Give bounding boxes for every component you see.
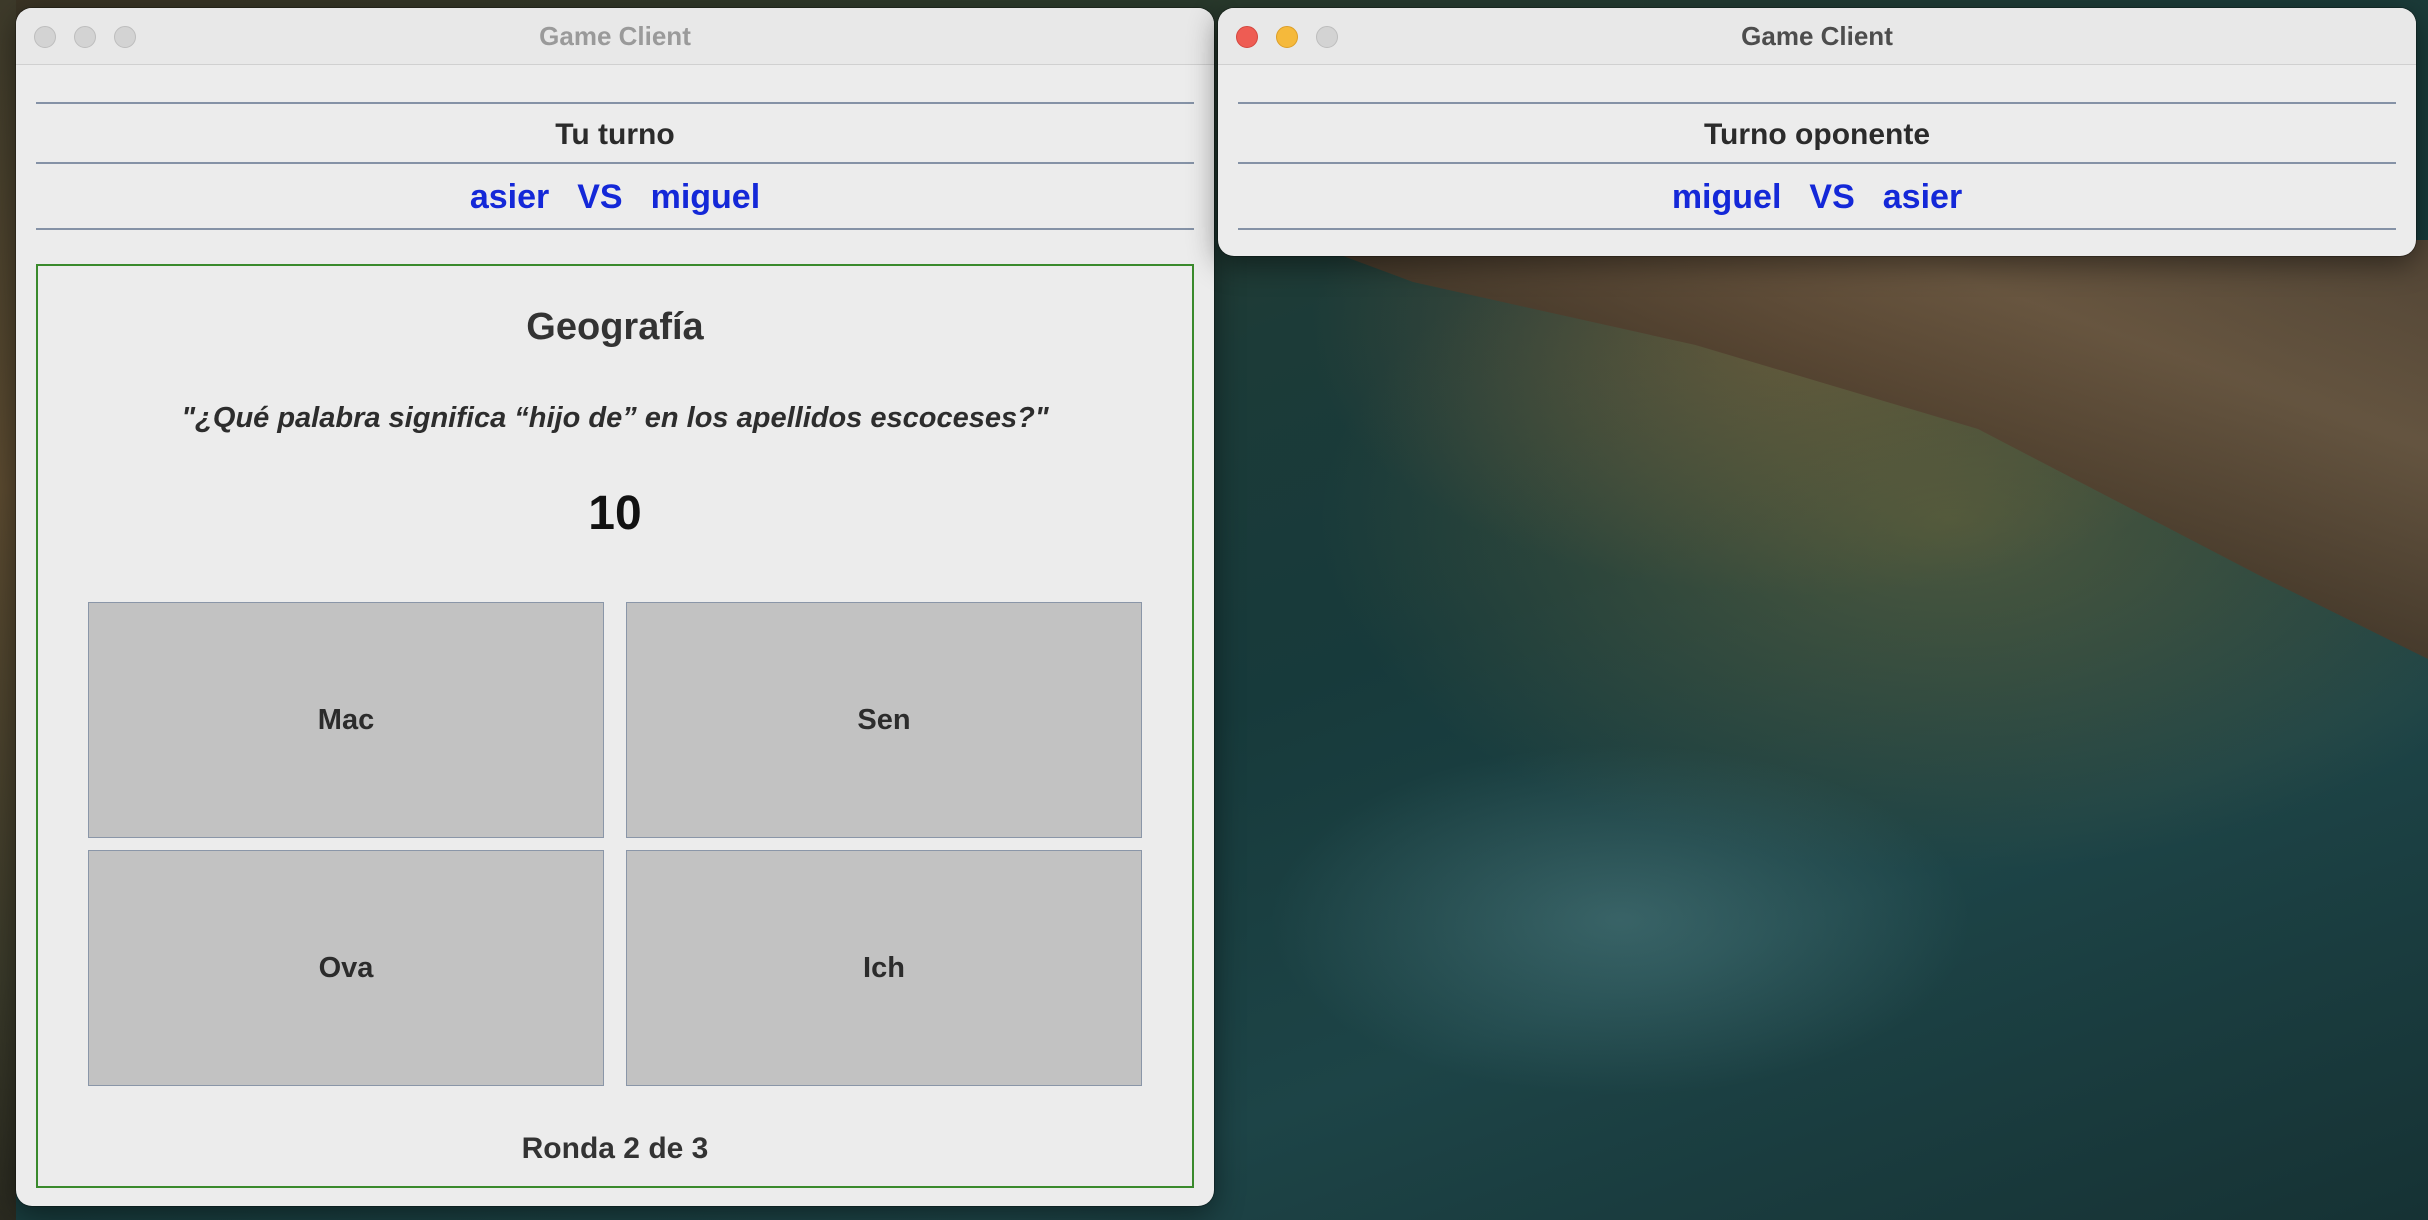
game-client-window-player: Game Client Tu turno asier VS miguel Geogr… — [16, 8, 1214, 1206]
separator-bottom — [36, 228, 1194, 230]
vs-label: VS — [1809, 178, 1855, 216]
desktop: Game Client Tu turno asier VS miguel Geogr… — [0, 0, 2428, 1220]
answer-button-2[interactable]: Sen — [626, 602, 1142, 838]
question-panel: Geografía "¿Qué palabra significa “hijo … — [36, 264, 1194, 1188]
wallpaper-cliff — [1300, 240, 2428, 660]
window-title: Game Client — [539, 21, 691, 51]
player-one-name: miguel — [1671, 178, 1782, 216]
question-category: Geografía — [526, 306, 704, 348]
question-text: "¿Qué palabra significa “hijo de” en los… — [181, 402, 1049, 434]
desktop-wallpaper-edge — [0, 0, 16, 1220]
player-two-name: miguel — [650, 178, 761, 216]
title-bar[interactable]: Game Client — [1218, 8, 2416, 65]
window-title: Game Client — [1741, 21, 1893, 51]
game-client-window-opponent: Game Client Turno oponente miguel VS asier — [1218, 8, 2416, 256]
title-bar[interactable]: Game Client — [16, 8, 1214, 65]
countdown-timer: 10 — [588, 487, 642, 540]
separator-middle — [36, 162, 1194, 164]
player-two-name: asier — [1882, 178, 1963, 216]
separator-middle — [1238, 162, 2396, 164]
turn-status: Tu turno — [555, 118, 675, 151]
answer-button-4[interactable]: Ich — [626, 850, 1142, 1086]
round-indicator: Ronda 2 de 3 — [521, 1132, 709, 1165]
vs-label: VS — [577, 178, 623, 216]
answer-button-1[interactable]: Mac — [88, 602, 604, 838]
separator-top — [36, 102, 1194, 104]
wallpaper-water — [1220, 600, 2320, 1220]
players-matchup: asier VS miguel — [16, 178, 1214, 217]
players-matchup: miguel VS asier — [1218, 178, 2416, 217]
turn-status: Turno oponente — [1703, 118, 1931, 151]
player-one-name: asier — [469, 178, 550, 216]
separator-top — [1238, 102, 2396, 104]
answer-button-3[interactable]: Ova — [88, 850, 604, 1086]
separator-bottom — [1238, 228, 2396, 230]
